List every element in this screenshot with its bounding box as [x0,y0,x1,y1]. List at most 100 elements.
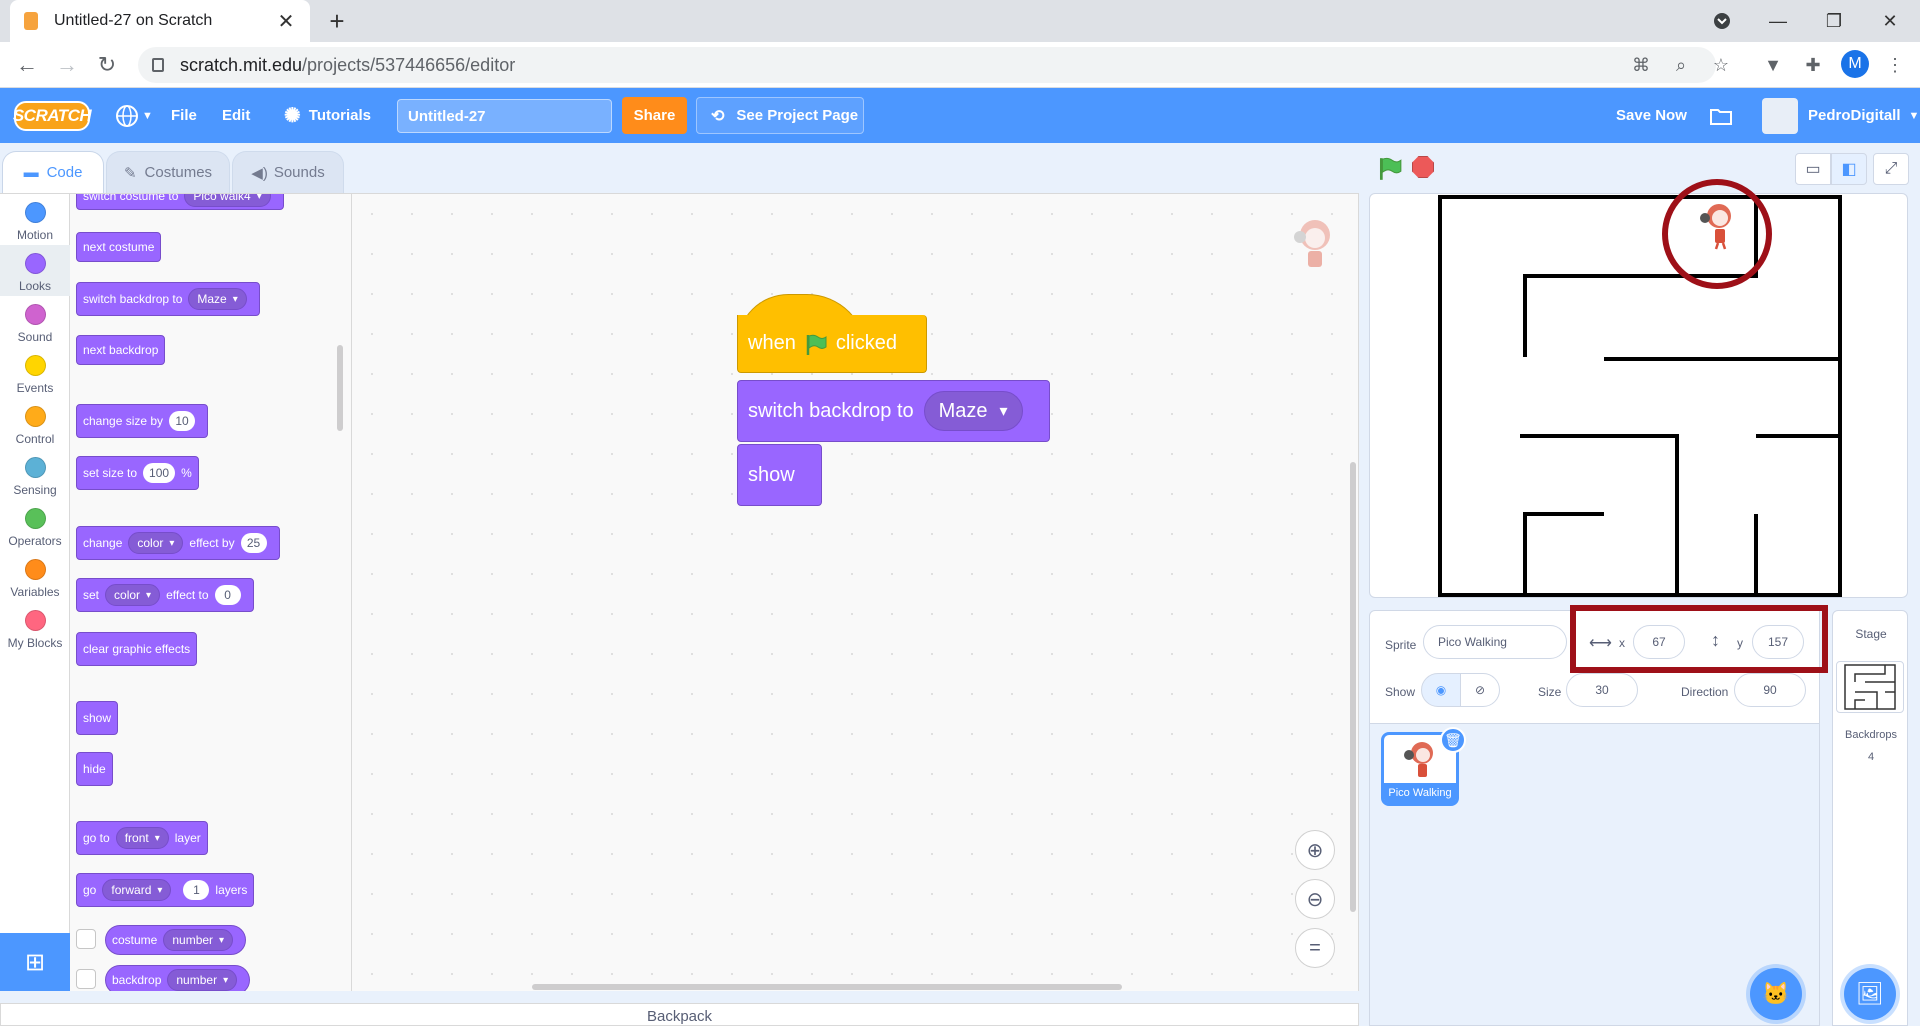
effect-dropdown[interactable]: color [128,532,184,554]
show-visible-eye-icon[interactable]: ◉ [1421,673,1461,707]
file-menu[interactable]: File [171,88,197,143]
share-button[interactable]: Share [622,97,687,134]
choose-backdrop-icon[interactable]: 🖼 [1844,968,1896,1020]
browser-tab[interactable]: Untitled-27 on Scratch ✕ [10,0,310,42]
block-set-size[interactable]: set size to 100 % [76,456,199,490]
delete-sprite-trash-icon[interactable]: 🗑 [1440,727,1466,753]
choose-sprite-cat-icon[interactable]: 🐱 [1750,968,1802,1020]
size-change-input[interactable]: 10 [169,411,196,431]
effect-by-input[interactable]: 25 [240,533,267,553]
bookmark-star-icon[interactable]: ☆ [1708,52,1734,78]
browser-menu-icon[interactable]: ⋮ [1882,52,1908,78]
edit-menu[interactable]: Edit [222,88,250,143]
add-extension-button[interactable]: ⊞ [0,933,70,991]
effect-to-input[interactable]: 0 [214,585,241,605]
normal-stage-icon[interactable]: ◧ [1831,153,1867,185]
forward-icon[interactable]: → [52,50,82,80]
costume-reporter-checkbox[interactable] [76,929,96,949]
zoom-icon[interactable]: ⌕ [1668,52,1694,78]
backdrop-reporter-checkbox[interactable] [76,969,96,989]
costume-number-dropdown[interactable]: number [163,929,234,951]
block-next-backdrop[interactable]: next backdrop [76,335,166,365]
category-motion[interactable]: Motion [0,194,70,245]
save-now-button[interactable]: Save Now [1616,88,1687,143]
close-window-icon[interactable]: ✕ [1862,0,1918,42]
layers-input[interactable]: 1 [183,880,210,900]
language-menu[interactable]: ▼ [115,88,153,143]
username-label: PedroDigitall [1808,107,1901,124]
tab-costumes[interactable]: ✎ Costumes [106,151,230,193]
green-flag-run-icon[interactable] [1377,156,1403,182]
costume-dropdown[interactable]: Pico walk4 [184,194,271,207]
extensions-puzzle-icon[interactable]: ✚ [1800,52,1826,78]
block-go-layers[interactable]: go forward 1 layers [76,873,255,907]
block-next-costume[interactable]: next costume [76,232,162,262]
back-icon[interactable]: ← [12,50,42,80]
category-sensing[interactable]: Sensing [0,449,70,500]
new-tab-button[interactable]: + [322,6,352,37]
reload-icon[interactable]: ↻ [92,50,122,80]
translate-icon[interactable]: ⌘ [1628,52,1654,78]
backdrop-thumbnail[interactable] [1836,661,1904,713]
category-operators[interactable]: Operators [0,500,70,551]
backdrop-number-dropdown[interactable]: number [167,969,238,991]
size-set-input[interactable]: 100 [143,463,176,483]
effect-dropdown[interactable]: color [105,584,161,606]
profile-avatar[interactable]: M [1841,50,1869,78]
category-events[interactable]: Events [0,347,70,398]
block-show[interactable]: show [76,701,119,735]
url-field[interactable]: scratch.mit.edu/projects/537446656/edito… [138,47,1716,83]
hide-eye-slash-icon[interactable]: ⊘ [1460,673,1500,707]
small-stage-icon[interactable]: ▭ [1795,153,1831,185]
close-tab-icon[interactable]: ✕ [276,9,296,34]
workspace-vertical-scrollbar[interactable] [1350,462,1356,912]
switch-backdrop-block[interactable]: switch backdrop to Maze [737,380,1050,442]
block-costume-reporter[interactable]: costume number [105,925,247,955]
stage-canvas[interactable] [1369,193,1908,598]
workspace-horizontal-scrollbar[interactable] [532,984,1122,990]
block-clear-graphic-effects[interactable]: clear graphic effects [76,632,198,666]
block-change-effect[interactable]: change color effect by 25 [76,526,280,560]
category-my-blocks[interactable]: My Blocks [0,602,70,653]
block-change-size[interactable]: change size by 10 [76,404,209,438]
tab-sounds[interactable]: ◀) Sounds [232,151,344,193]
project-title-input[interactable] [397,99,612,133]
maximize-icon[interactable]: ❐ [1806,0,1862,42]
zoom-out-icon[interactable]: ⊖ [1295,879,1335,919]
block-backdrop-reporter[interactable]: backdrop number [105,965,251,991]
backdrop-dropdown[interactable]: Maze [923,391,1023,431]
tab-code[interactable]: ▬ Code [2,151,104,193]
palette-scrollbar[interactable] [337,345,343,431]
show-block[interactable]: show [737,444,822,506]
block-text: change [83,536,123,550]
category-control[interactable]: Control [0,398,70,449]
stop-icon[interactable] [1412,156,1434,178]
tutorials-menu[interactable]: ✺ Tutorials [284,88,371,143]
layer-dropdown[interactable]: front [115,827,169,849]
scratch-logo[interactable]: SCRATCH [13,101,92,131]
see-project-page-button[interactable]: ⟲ See Project Page [696,97,864,134]
block-switch-backdrop[interactable]: switch backdrop to Maze [76,282,260,316]
direction-dropdown[interactable]: forward [102,879,172,901]
block-set-effect[interactable]: set color effect to 0 [76,578,254,612]
block-switch-costume[interactable]: switch costume to Pico walk4 [76,194,284,210]
category-sound[interactable]: Sound [0,296,70,347]
category-variables[interactable]: Variables [0,551,70,602]
block-hide[interactable]: hide [76,752,113,786]
minimize-icon[interactable]: — [1750,0,1806,42]
backdrop-dropdown[interactable]: Maze [188,288,247,310]
when-flag-clicked-block[interactable]: when clicked [737,294,927,382]
category-looks[interactable]: Looks [0,245,70,296]
account-menu[interactable]: PedroDigitall ▼ [1762,88,1919,143]
zoom-reset-icon[interactable]: = [1295,928,1335,968]
fullscreen-icon[interactable]: ⤢ [1873,153,1909,185]
extension-funnel-icon[interactable]: ▼ [1760,52,1786,78]
tab-search-icon[interactable] [1694,0,1750,42]
backpack-bar[interactable]: Backpack [0,1003,1359,1026]
sprite-name-input[interactable] [1423,625,1567,659]
size-input[interactable]: 30 [1566,673,1638,707]
zoom-in-icon[interactable]: ⊕ [1295,830,1335,870]
my-stuff-folder-icon[interactable] [1710,88,1732,143]
direction-input[interactable]: 90 [1734,673,1806,707]
block-go-to-layer[interactable]: go to front layer [76,821,208,855]
